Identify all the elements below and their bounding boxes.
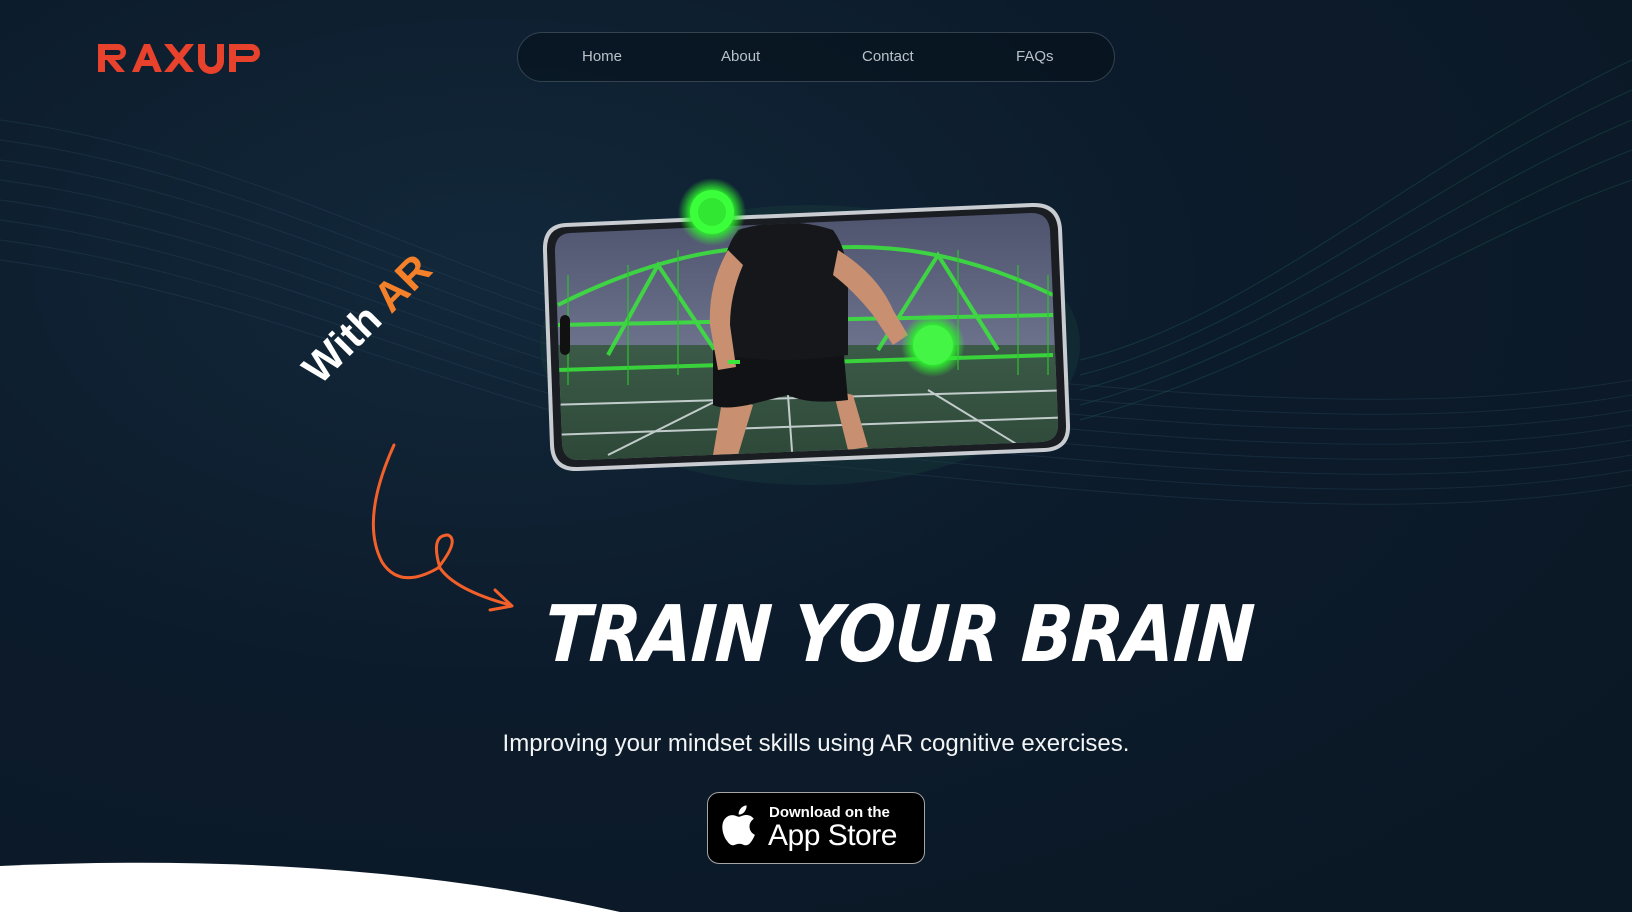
landing-page: Home About Contact FAQs With AR TRAIN YO… bbox=[0, 0, 1632, 912]
phone-ar-preview-image bbox=[540, 178, 1080, 485]
hero-subtitle: Improving your mindset skills using AR c… bbox=[502, 730, 1130, 757]
bottom-white-curve bbox=[0, 862, 620, 912]
curly-arrow-icon bbox=[371, 443, 514, 612]
nav-contact[interactable]: Contact bbox=[862, 33, 914, 81]
hero-headline: TRAIN YOUR BRAIN bbox=[542, 590, 1257, 680]
nav-faqs[interactable]: FAQs bbox=[1016, 33, 1054, 81]
phone-ar-preview bbox=[540, 155, 1100, 495]
with-ar-ar: AR bbox=[364, 244, 441, 322]
with-ar-tag: With AR bbox=[293, 245, 441, 393]
main-nav: Home About Contact FAQs bbox=[517, 32, 1115, 82]
nav-home[interactable]: Home bbox=[582, 33, 622, 81]
raxup-logo[interactable] bbox=[98, 40, 268, 76]
with-ar-with: With bbox=[293, 294, 391, 393]
nav-about[interactable]: About bbox=[721, 33, 760, 81]
app-store-button[interactable]: Download on the App Store bbox=[707, 792, 925, 864]
app-store-big-label: App Store bbox=[768, 819, 897, 852]
apple-icon bbox=[722, 805, 755, 846]
